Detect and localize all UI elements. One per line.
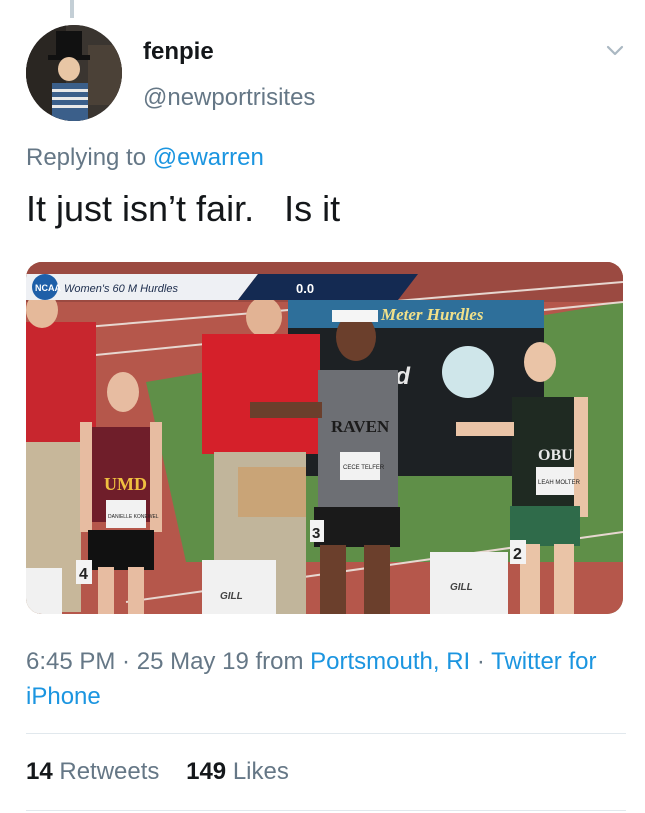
reply-mention-link[interactable]: @ewarren [153, 144, 264, 171]
meta-separator: · [115, 648, 137, 675]
lane-number-center: 3 [312, 525, 320, 542]
block-brand-left: GILL [220, 591, 243, 602]
retweets-label: Retweets [59, 758, 160, 785]
chevron-down-icon[interactable] [604, 40, 626, 62]
avatar-photo [26, 25, 122, 121]
screen-banner-text: Meter Hurdles [380, 305, 484, 324]
likes-stat[interactable]: 149 Likes [186, 758, 289, 786]
jersey-right-text: OBU [538, 447, 573, 464]
tweet-stats: 14 Retweets 149 Likes [26, 758, 309, 786]
lane-number-right: 2 [513, 546, 522, 563]
bib-right-text: LEAH MOLTER [538, 480, 581, 486]
scoreboard-event-label: Women's 60 M Hurdles [64, 283, 178, 295]
bib-left-text: DANIELLE KONEWEL [108, 514, 159, 520]
replying-to: Replying to @ewarren [26, 144, 264, 172]
bib-center-text: CECE TELFER [343, 465, 385, 471]
tweet-media-photo[interactable]: Meter Hurdles ood UMD DANIELLE KONEWEL R… [26, 262, 623, 614]
retweets-stat[interactable]: 14 Retweets [26, 758, 159, 786]
meta-from: from [248, 648, 311, 675]
replying-to-label: Replying to [26, 144, 147, 171]
jersey-center-text: RAVEN [331, 417, 390, 436]
jersey-left-text: UMD [104, 474, 147, 494]
tweet-time[interactable]: 6:45 PM [26, 648, 115, 675]
scoreboard-time-bar [238, 274, 418, 300]
meta-separator-2: · [470, 648, 492, 675]
scoreboard-time: 0.0 [296, 281, 314, 296]
divider-bottom [26, 810, 626, 811]
tweet-location-link[interactable]: Portsmouth, RI [310, 648, 470, 675]
avatar[interactable] [26, 25, 122, 121]
tweet-text: It just isn’t fair. Is it [26, 188, 341, 229]
lane-number-left: 4 [79, 566, 88, 583]
divider-top [26, 733, 626, 734]
likes-count: 149 [186, 758, 227, 785]
retweets-count: 14 [26, 758, 53, 785]
display-name[interactable]: fenpie [143, 38, 214, 66]
tweet-meta: 6:45 PM · 25 May 19 from Portsmouth, RI … [26, 644, 626, 714]
likes-label: Likes [232, 758, 289, 785]
ncaa-logo-text: NCAA [35, 283, 61, 293]
tweet-date[interactable]: 25 May 19 [137, 648, 249, 675]
block-brand-right: GILL [450, 582, 473, 593]
thread-connector-line [70, 0, 74, 18]
user-handle[interactable]: @newportrisites [143, 84, 315, 112]
race-photo: Meter Hurdles ood UMD DANIELLE KONEWEL R… [26, 262, 623, 614]
